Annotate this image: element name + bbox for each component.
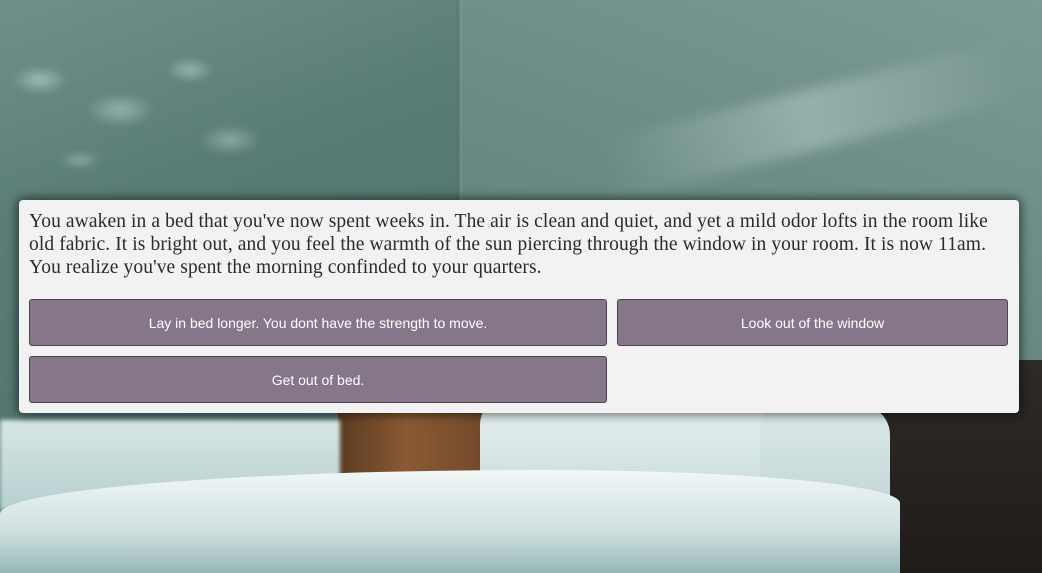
choice-button-look-out-window[interactable]: Look out of the window <box>617 299 1008 346</box>
story-text: You awaken in a bed that you've now spen… <box>29 211 988 278</box>
choice-button-stay-in-bed[interactable]: Lay in bed longer. You dont have the str… <box>29 299 607 346</box>
leaf-shadow-decoration <box>0 20 300 220</box>
dialog-panel: You awaken in a bed that you've now spen… <box>19 200 1019 413</box>
game-scene: You awaken in a bed that you've now spen… <box>0 0 1042 573</box>
choice-button-get-out-of-bed[interactable]: Get out of bed. <box>29 356 607 403</box>
bed-sheet <box>0 470 900 573</box>
